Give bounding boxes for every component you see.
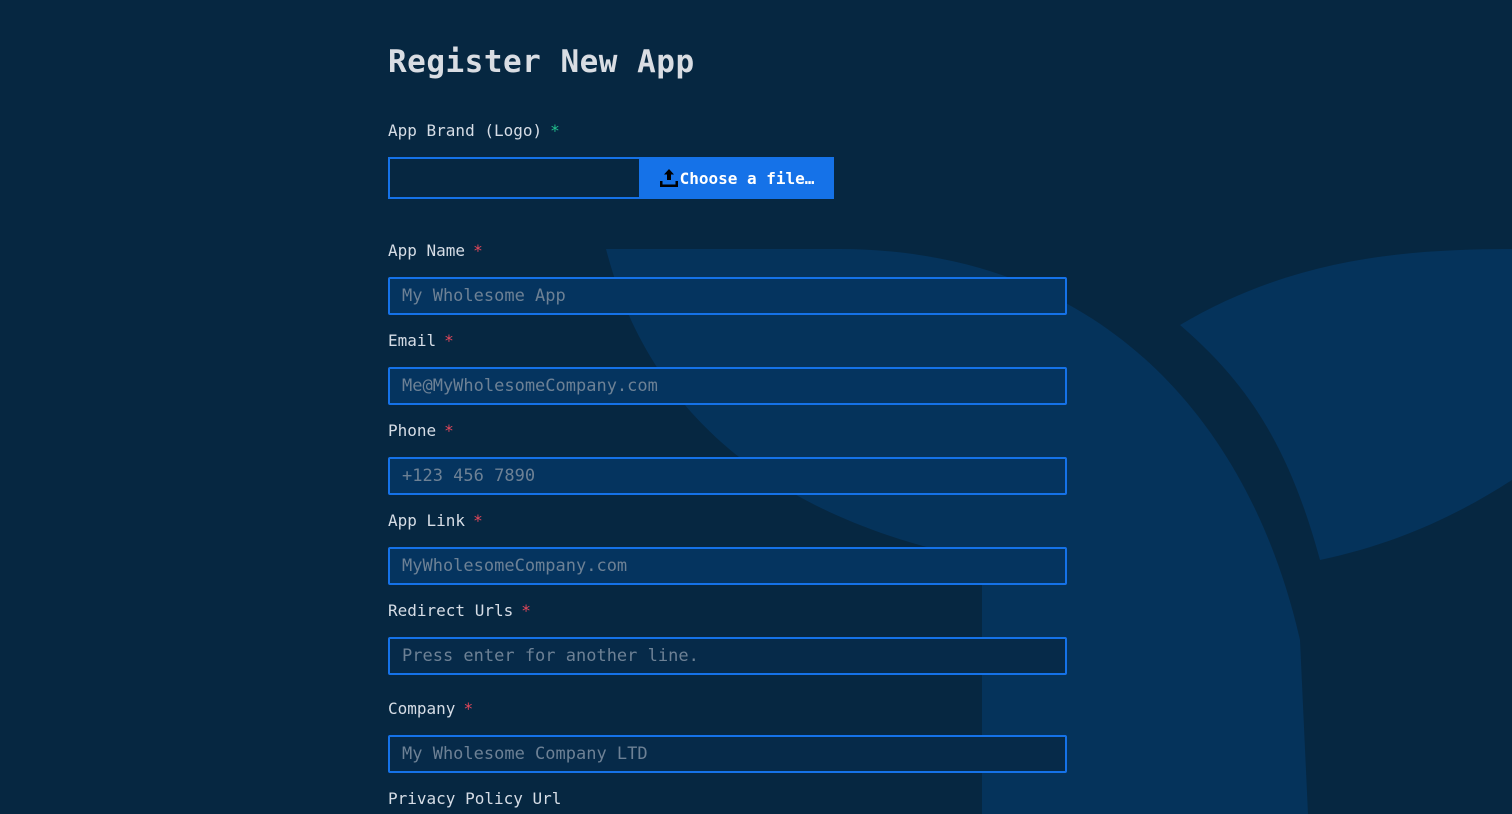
privacy-policy-label-text: Privacy Policy Url: [388, 789, 562, 808]
company-label-text: Company: [388, 699, 456, 718]
app-name-required-mark: *: [473, 241, 483, 260]
redirect-urls-required-mark: *: [521, 601, 531, 620]
logo-required-mark: *: [550, 121, 560, 140]
logo-label-text: App Brand (Logo): [388, 121, 543, 140]
email-required-mark: *: [444, 331, 454, 350]
privacy-policy-label: Privacy Policy Url: [388, 789, 561, 808]
app-name-label: App Name *: [388, 241, 483, 260]
phone-label: Phone *: [388, 421, 454, 440]
app-link-label: App Link *: [388, 511, 483, 530]
app-link-input[interactable]: [388, 547, 1067, 585]
redirect-urls-label-text: Redirect Urls: [388, 601, 514, 620]
page-title: Register New App: [388, 44, 695, 80]
email-label: Email *: [388, 331, 454, 350]
background-decoration: [606, 249, 1512, 814]
logo-file-picker: Choose a file…: [388, 157, 834, 199]
logo-label: App Brand (Logo) *: [388, 121, 560, 140]
company-required-mark: *: [463, 699, 474, 718]
choose-file-label: Choose a file…: [679, 168, 815, 188]
logo-file-name[interactable]: [388, 157, 639, 199]
upload-icon: [659, 169, 678, 187]
choose-file-button[interactable]: Choose a file…: [639, 157, 834, 199]
phone-required-mark: *: [444, 421, 454, 440]
phone-label-text: Phone: [388, 421, 437, 440]
email-input[interactable]: [388, 367, 1067, 405]
redirect-urls-input[interactable]: [388, 637, 1067, 675]
email-label-text: Email: [388, 331, 437, 350]
company-label: Company *: [388, 699, 473, 718]
app-link-required-mark: *: [473, 511, 483, 530]
app-name-label-text: App Name: [388, 241, 466, 260]
phone-input[interactable]: [388, 457, 1067, 495]
app-link-label-text: App Link: [388, 511, 466, 530]
company-input[interactable]: [388, 735, 1067, 773]
app-name-input[interactable]: [388, 277, 1067, 315]
redirect-urls-label: Redirect Urls *: [388, 601, 531, 620]
